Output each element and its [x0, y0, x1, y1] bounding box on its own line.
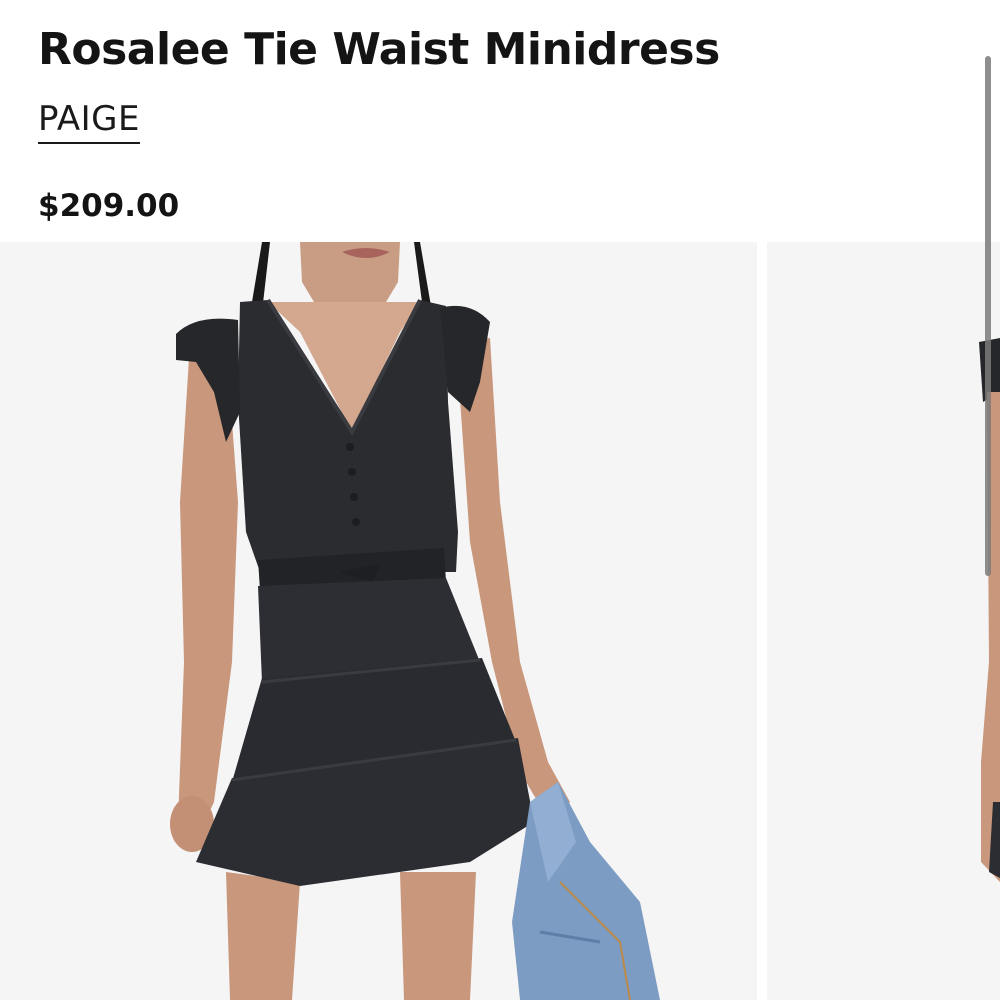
product-price: $209.00 — [38, 188, 180, 224]
dress-photo-illustration-partial — [767, 242, 1000, 1000]
product-image-main[interactable] — [0, 242, 757, 1000]
image-carousel[interactable] — [0, 242, 1000, 1000]
dress-photo-illustration — [0, 242, 757, 1000]
vertical-scrollbar[interactable] — [985, 56, 991, 576]
brand-link[interactable]: PAIGE — [38, 98, 140, 144]
product-page: Rosalee Tie Waist Minidress PAIGE $209.0… — [0, 0, 1000, 1000]
product-image-next[interactable] — [767, 242, 1000, 1000]
product-title: Rosalee Tie Waist Minidress — [38, 24, 720, 75]
